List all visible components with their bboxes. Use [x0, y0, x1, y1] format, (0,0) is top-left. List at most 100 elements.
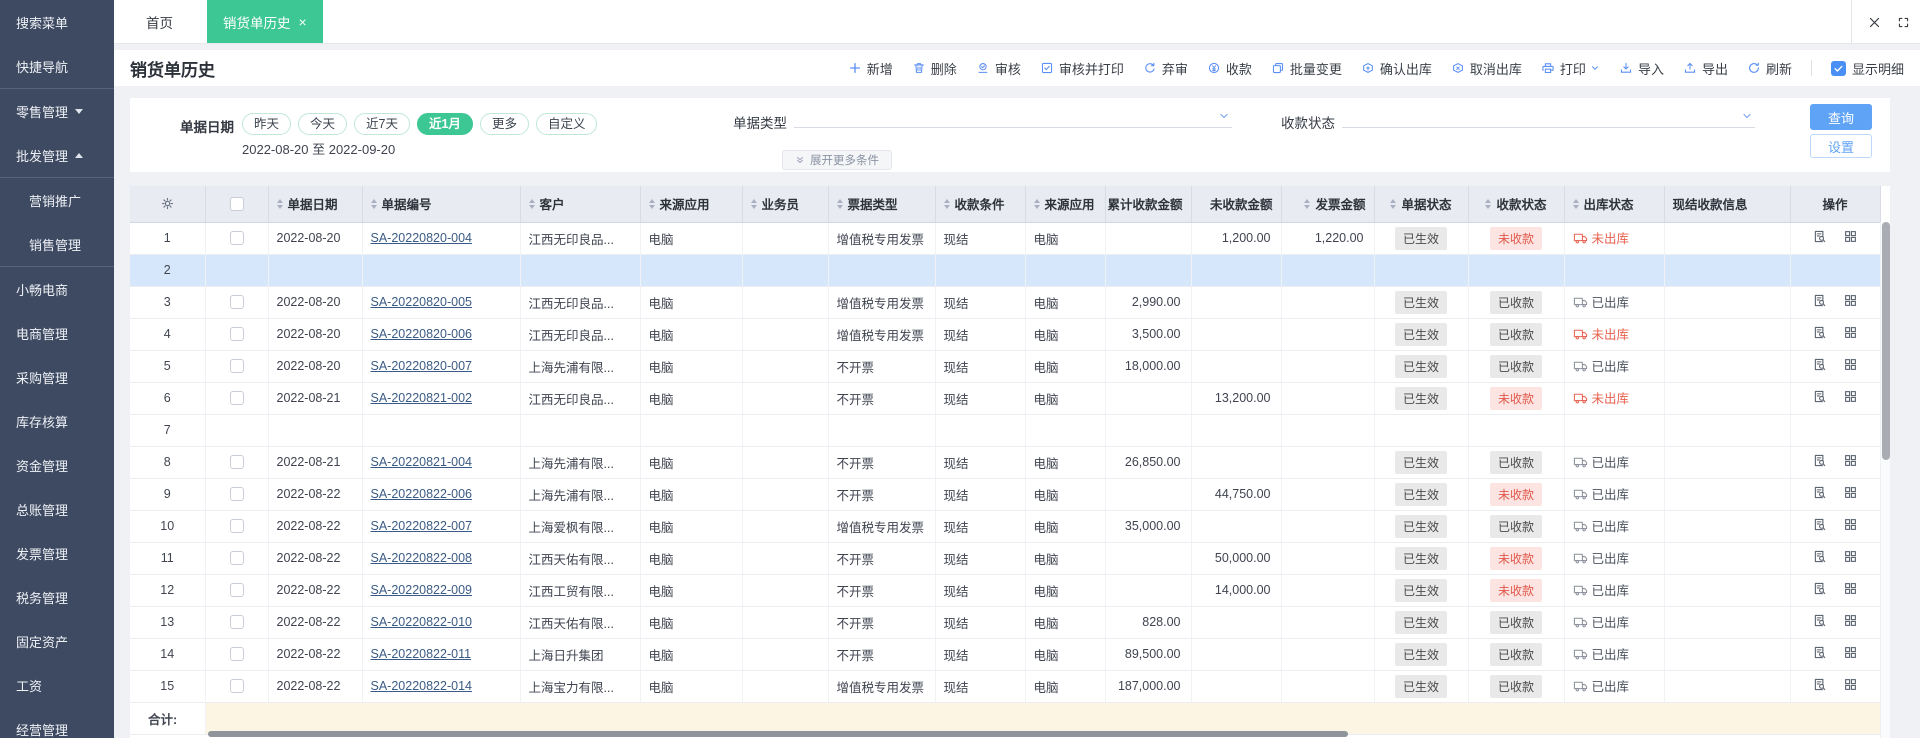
- row-checkbox[interactable]: [229, 455, 244, 470]
- column-header-source2[interactable]: 来源应用: [1025, 186, 1106, 223]
- related-docs-icon[interactable]: [1843, 485, 1858, 500]
- horizontal-scrollbar[interactable]: [208, 731, 1348, 737]
- doc-number-link[interactable]: SA-20220820-007: [371, 359, 472, 373]
- fullscreen-icon[interactable]: [1897, 16, 1910, 29]
- row-checkbox[interactable]: [229, 359, 244, 374]
- column-header-invoice_amt[interactable]: 发票金额: [1281, 186, 1375, 223]
- related-docs-icon[interactable]: [1843, 357, 1858, 372]
- row-checkbox[interactable]: [229, 295, 244, 310]
- date-pill-近7天[interactable]: 近7天: [354, 113, 410, 135]
- sort-icon[interactable]: [648, 198, 655, 209]
- sidebar-item-总账管理[interactable]: 总账管理: [0, 487, 114, 531]
- toolbar-button-box-cancel[interactable]: 取消出库: [1451, 59, 1522, 78]
- table-row[interactable]: 14 2022-08-22 SA-20220822-011 上海日升集团 电脑 不开票 现结…: [130, 638, 1881, 671]
- vertical-scrollbar-thumb[interactable]: [1882, 222, 1890, 460]
- related-docs-icon[interactable]: [1843, 325, 1858, 340]
- payment-status-select[interactable]: [1342, 102, 1755, 128]
- toolbar-button-import[interactable]: 导入: [1619, 59, 1664, 78]
- column-header-date[interactable]: 单据日期: [268, 186, 363, 223]
- view-document-icon[interactable]: [1812, 613, 1827, 628]
- row-checkbox[interactable]: [229, 551, 244, 566]
- table-row[interactable]: 6 2022-08-21 SA-20220821-002 江西无印良品... 电脑 不开票…: [130, 382, 1881, 415]
- doc-type-select[interactable]: [794, 102, 1232, 128]
- doc-number-link[interactable]: SA-20220822-014: [371, 679, 472, 693]
- row-checkbox[interactable]: [229, 231, 244, 246]
- row-checkbox[interactable]: [229, 647, 244, 662]
- related-docs-icon[interactable]: [1843, 229, 1858, 244]
- row-checkbox[interactable]: [229, 391, 244, 406]
- doc-number-link[interactable]: SA-20220820-004: [371, 231, 472, 245]
- row-checkbox[interactable]: [229, 615, 244, 630]
- table-row[interactable]: 8 2022-08-21 SA-20220821-004 上海先浦有限... 电脑 不开票…: [130, 446, 1881, 479]
- toolbar-button-box-confirm[interactable]: 确认出库: [1361, 59, 1432, 78]
- column-header-customer[interactable]: 客户: [520, 186, 641, 223]
- sort-icon[interactable]: [836, 198, 843, 209]
- sidebar-item-销售管理[interactable]: 销售管理: [0, 222, 114, 266]
- related-docs-icon[interactable]: [1843, 389, 1858, 404]
- table-row[interactable]: 13 2022-08-22 SA-20220822-010 江西天佑有限... 电脑 不开…: [130, 606, 1881, 639]
- sort-icon[interactable]: [1485, 198, 1492, 209]
- related-docs-icon[interactable]: [1843, 677, 1858, 692]
- sidebar-item-库存核算[interactable]: 库存核算: [0, 399, 114, 443]
- column-header-invoice_type[interactable]: 票据类型: [828, 186, 936, 223]
- sort-icon[interactable]: [1390, 198, 1397, 209]
- table-row[interactable]: 9 2022-08-22 SA-20220822-006 上海先浦有限... 电脑 不开票…: [130, 478, 1881, 511]
- toolbar-button-discard[interactable]: 弃审: [1143, 59, 1188, 78]
- view-document-icon[interactable]: [1812, 229, 1827, 244]
- column-header-salesman[interactable]: 业务员: [742, 186, 829, 223]
- table-row[interactable]: 7: [130, 414, 1881, 447]
- sidebar-item-小畅电商[interactable]: 小畅电商: [0, 267, 114, 311]
- doc-number-link[interactable]: SA-20220822-010: [371, 615, 472, 629]
- doc-number-link[interactable]: SA-20220820-005: [371, 295, 472, 309]
- column-header-pay_status[interactable]: 收款状态: [1468, 186, 1565, 223]
- view-document-icon[interactable]: [1812, 453, 1827, 468]
- doc-number-link[interactable]: SA-20220822-006: [371, 487, 472, 501]
- sort-icon[interactable]: [750, 198, 757, 209]
- vertical-scrollbar[interactable]: [1880, 222, 1890, 738]
- settings-button[interactable]: 设置: [1810, 134, 1872, 158]
- sidebar-item-固定资产[interactable]: 固定资产: [0, 619, 114, 663]
- doc-number-link[interactable]: SA-20220822-008: [371, 551, 472, 565]
- sort-icon[interactable]: [528, 198, 535, 209]
- date-range-value[interactable]: 2022-08-20 至 2022-09-20: [242, 139, 395, 158]
- table-row[interactable]: 10 2022-08-22 SA-20220822-007 上海爱枫有限... 电脑 增值…: [130, 510, 1881, 543]
- sidebar-item-经营管理[interactable]: 经营管理: [0, 707, 114, 738]
- view-document-icon[interactable]: [1812, 293, 1827, 308]
- toolbar-button-export[interactable]: 导出: [1683, 59, 1728, 78]
- row-checkbox[interactable]: [229, 583, 244, 598]
- toolbar-button-batch[interactable]: 批量变更: [1271, 59, 1342, 78]
- column-header-out_status[interactable]: 出库状态: [1564, 186, 1665, 223]
- view-document-icon[interactable]: [1812, 357, 1827, 372]
- sort-icon[interactable]: [1033, 198, 1040, 209]
- table-row[interactable]: 1 2022-08-20 SA-20220820-004 江西无印良品... 电脑 增值税…: [130, 222, 1881, 255]
- toolbar-button-stamp-print[interactable]: 审核并打印: [1040, 59, 1124, 78]
- sidebar-item-资金管理[interactable]: 资金管理: [0, 443, 114, 487]
- related-docs-icon[interactable]: [1843, 549, 1858, 564]
- row-checkbox[interactable]: [229, 487, 244, 502]
- row-checkbox[interactable]: [229, 519, 244, 534]
- related-docs-icon[interactable]: [1843, 517, 1858, 532]
- search-button[interactable]: 查询: [1810, 104, 1872, 130]
- doc-number-link[interactable]: SA-20220822-007: [371, 519, 472, 533]
- date-pill-自定义[interactable]: 自定义: [535, 113, 598, 135]
- sidebar-item-搜索菜单[interactable]: 搜索菜单: [0, 0, 114, 44]
- related-docs-icon[interactable]: [1843, 453, 1858, 468]
- gear-icon[interactable]: [160, 196, 175, 211]
- sidebar-item-税务管理[interactable]: 税务管理: [0, 575, 114, 619]
- select-all-checkbox[interactable]: [229, 196, 244, 211]
- table-row[interactable]: 11 2022-08-22 SA-20220822-008 江西天佑有限... 电脑 不开…: [130, 542, 1881, 575]
- column-header-docno[interactable]: 单据编号: [362, 186, 521, 223]
- doc-number-link[interactable]: SA-20220820-006: [371, 327, 472, 341]
- view-document-icon[interactable]: [1812, 389, 1827, 404]
- tab-close-icon[interactable]: ×: [299, 15, 307, 29]
- column-header-terms[interactable]: 收款条件: [935, 186, 1026, 223]
- toolbar-button-refresh[interactable]: 刷新: [1747, 59, 1792, 78]
- toolbar-button-plus[interactable]: 新增: [848, 59, 893, 78]
- toolbar-button-printer[interactable]: 打印: [1541, 59, 1600, 78]
- expand-more-button[interactable]: 展开更多条件: [782, 150, 892, 170]
- table-row[interactable]: 4 2022-08-20 SA-20220820-006 江西无印良品... 电脑 增值税…: [130, 318, 1881, 351]
- row-checkbox[interactable]: [229, 327, 244, 342]
- table-row[interactable]: 5 2022-08-20 SA-20220820-007 上海先浦有限... 电脑 不开票…: [130, 350, 1881, 383]
- doc-number-link[interactable]: SA-20220822-009: [371, 583, 472, 597]
- view-document-icon[interactable]: [1812, 645, 1827, 660]
